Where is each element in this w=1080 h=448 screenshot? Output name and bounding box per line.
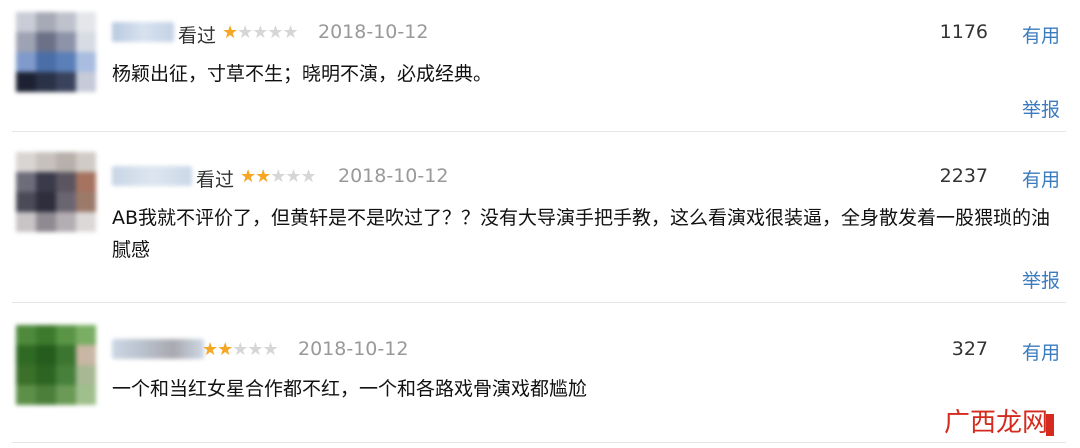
user-avatar[interactable] [16,152,96,232]
comment-date: 2018-10-12 [318,21,429,43]
watched-label: 看过 [178,25,217,47]
divider [12,442,1066,443]
rating-stars: ★★★★★ [240,166,317,187]
username[interactable] [112,339,204,359]
watched-label: 看过 [196,169,235,191]
vote-count: 327 [951,338,988,360]
username[interactable] [112,22,174,42]
vote-count: 1176 [939,21,988,43]
comment-text: AB我就不评价了，但黄轩是不是吹过了？？没有大导演手把手教，这么看演戏很装逼，全… [112,207,1051,261]
useful-button[interactable]: 有用 [1022,21,1060,48]
rating-stars: ★★★★★ [222,22,299,43]
vote-count: 2237 [939,165,988,187]
comment-item-1: 看过 ★★★★★ 2018-10-12 1176 有用 杨颖出征，寸草不生；晓明… [0,0,1080,130]
user-avatar[interactable] [16,325,96,405]
comment-text: 杨颖出征，寸草不生；晓明不演，必成经典。 [112,63,493,85]
comment-date: 2018-10-12 [338,165,449,187]
watermark: 广西龙网 [944,408,1049,438]
comment-date: 2018-10-12 [298,338,409,360]
user-avatar[interactable] [16,12,96,92]
comment-item-2: 看过 ★★★★★ 2018-10-12 2237 有用 AB我就不评价了，但黄轩… [0,132,1080,302]
watermark-mark [1046,414,1054,436]
comment-item-3: ★★★★★ 2018-10-12 327 有用 一个和当红女星合作都不红，一个和… [0,303,1080,448]
rating-stars: ★★★★★ [202,339,279,360]
useful-button[interactable]: 有用 [1022,165,1060,192]
comment-text: 一个和当红女星合作都不红，一个和各路戏骨演戏都尴尬 [112,378,588,400]
report-button[interactable]: 举报 [1022,95,1060,122]
report-button[interactable]: 举报 [1022,266,1060,293]
useful-button[interactable]: 有用 [1022,338,1060,365]
username[interactable] [112,166,192,186]
